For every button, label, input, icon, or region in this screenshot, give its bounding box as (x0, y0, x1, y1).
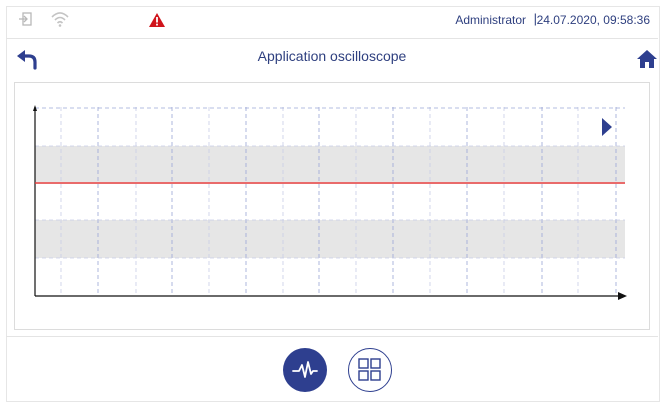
alarm-warning-icon[interactable] (148, 12, 166, 33)
grid-view-button[interactable] (348, 348, 392, 392)
date-time: 24.07.2020, 09:58:36 (536, 13, 650, 27)
oscilloscope-view-button[interactable] (283, 348, 327, 392)
wifi-icon (50, 10, 70, 33)
x-axis-arrow (618, 292, 627, 300)
oscilloscope-waveform-icon (292, 361, 318, 378)
grid-view-icon (358, 358, 381, 381)
oscilloscope-plot[interactable] (15, 83, 651, 331)
vertical-gridlines (60, 107, 617, 296)
logged-in-user[interactable]: Administrator (455, 13, 526, 27)
status-bar: Administrator | 24.07.2020, 09:58:36 (0, 0, 664, 38)
page-title: Application oscilloscope (257, 48, 407, 64)
status-divider (6, 38, 658, 39)
home-icon (637, 50, 657, 68)
lower-band (35, 220, 625, 258)
footer-divider (6, 336, 658, 337)
upper-band (35, 146, 625, 182)
play-arrow-icon[interactable] (602, 118, 612, 136)
oscilloscope-panel (14, 82, 650, 330)
login-icon[interactable] (18, 11, 34, 32)
home-button[interactable] (636, 48, 658, 70)
